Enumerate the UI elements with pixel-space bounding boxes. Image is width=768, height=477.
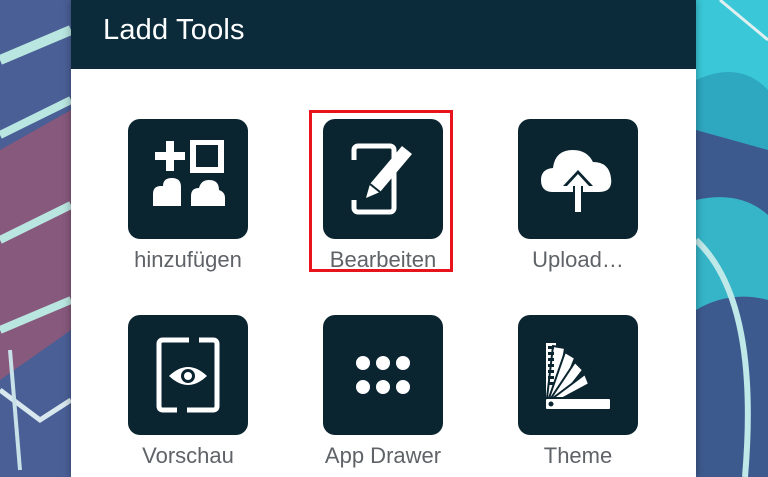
preview-icon (128, 315, 248, 435)
dialog-title: Ladd Tools (103, 14, 245, 46)
tool-label: Vorschau (142, 443, 234, 468)
tool-label: App Drawer (324, 443, 442, 468)
add-widgets-icon (128, 119, 248, 239)
tool-preview[interactable]: Vorschau (98, 315, 278, 475)
tool-label: Upload… (532, 247, 624, 272)
cloud-upload-icon (518, 119, 638, 239)
tool-label: hinzufügen (134, 247, 242, 272)
tool-add[interactable]: hinzufügen (98, 119, 278, 279)
color-swatch-icon (518, 315, 638, 435)
dialog-header: Ladd Tools (71, 0, 696, 69)
app-drawer-icon (323, 315, 443, 435)
tool-theme[interactable]: Theme (488, 315, 668, 475)
tool-app-drawer[interactable]: App Drawer (293, 315, 473, 475)
tool-label: Theme (543, 443, 613, 468)
tool-upload[interactable]: Upload… (488, 119, 668, 279)
selection-highlight (309, 110, 453, 272)
